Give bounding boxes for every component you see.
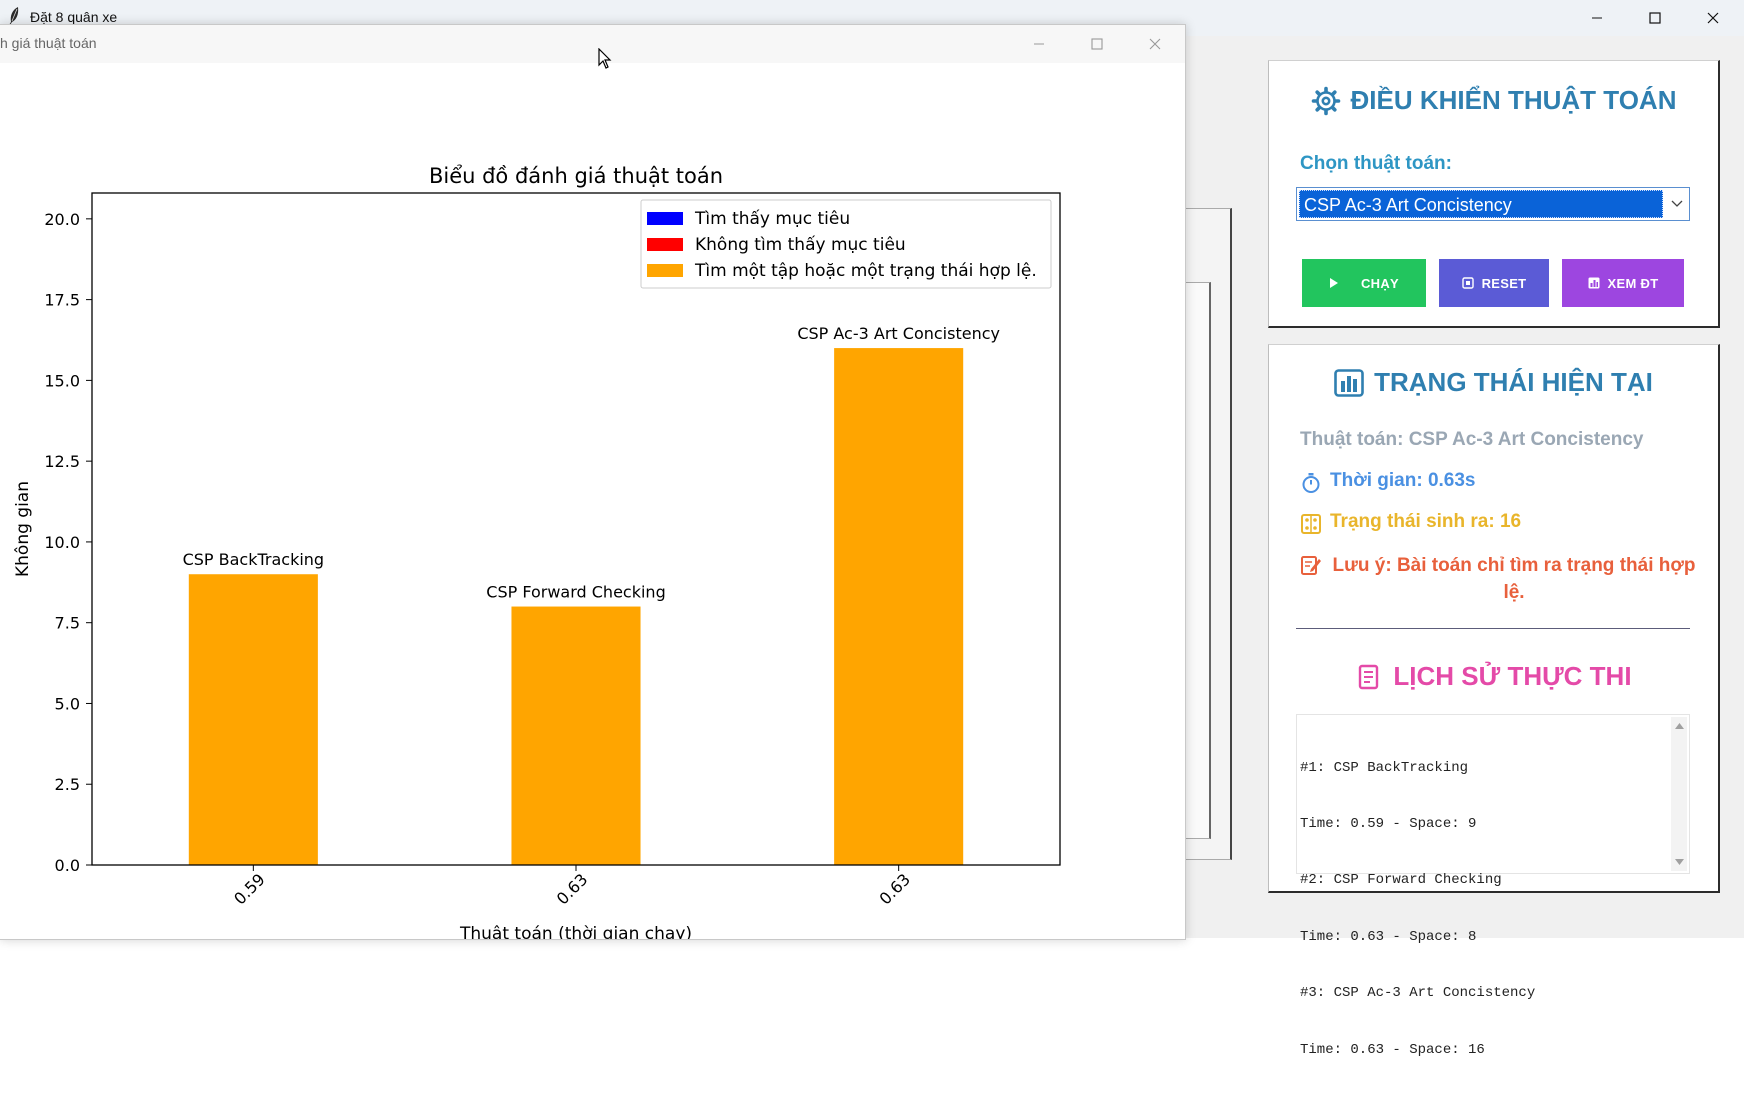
chart-window-title: h giá thuật toán <box>0 35 97 51</box>
history-log[interactable]: #1: CSP BackTracking Time: 0.59 - Space:… <box>1296 714 1690 1058</box>
status-states-text: Trạng thái sinh ra: 16 <box>1330 511 1522 532</box>
y-axis-label: Không gian <box>13 481 33 577</box>
y-tick-label: 2.5 <box>55 775 80 794</box>
memo-icon <box>1301 556 1321 575</box>
legend-swatch <box>647 264 683 277</box>
history-line: Time: 0.59 - Space: 9 <box>1300 815 1477 832</box>
divider <box>1296 628 1690 629</box>
status-note-text: Lưu ý: Bài toán chỉ tìm ra trạng thái hợ… <box>1332 555 1696 603</box>
close-icon <box>1707 12 1719 24</box>
gear-icon <box>1311 86 1340 115</box>
run-button-label: CHẠY <box>1360 275 1400 291</box>
window-title: Đặt 8 quân xe <box>30 9 118 25</box>
status-note: Lưu ý: Bài toán chỉ tìm ra trạng thái hợ… <box>1300 552 1698 606</box>
legend-swatch <box>647 212 683 225</box>
status-time: Thời gian: 0.63s <box>1300 470 1698 494</box>
history-line: #3: CSP Ac-3 Art Concistency <box>1300 985 1536 1002</box>
history-line: Time: 0.63 - Space: 8 <box>1300 928 1477 945</box>
reset-button-label: RESET <box>1481 275 1527 291</box>
view-chart-button[interactable]: XEM ĐT <box>1562 259 1684 307</box>
run-button[interactable]: CHẠY <box>1302 259 1426 307</box>
x-axis-label: Thuật toán (thời gian chạy) <box>459 924 692 939</box>
chart-close-button[interactable] <box>1126 25 1184 63</box>
chevron-down-icon[interactable] <box>1665 188 1689 220</box>
chart-maximize-button[interactable] <box>1068 25 1126 63</box>
y-tick-label: 5.0 <box>55 694 80 713</box>
stopwatch-icon <box>1302 473 1320 493</box>
scroll-down-icon[interactable] <box>1671 855 1687 869</box>
bar-chart-icon <box>1334 368 1364 397</box>
history-scrollbar[interactable] <box>1671 717 1687 871</box>
minimize-icon <box>1592 17 1602 19</box>
algorithm-select-value: CSP Ac-3 Art Concistency <box>1299 190 1663 218</box>
close-button[interactable] <box>1684 0 1742 36</box>
status-states: Trạng thái sinh ra: 16 <box>1300 511 1698 535</box>
maximize-icon <box>1649 12 1661 24</box>
feather-icon <box>9 7 19 25</box>
chart-window-titlebar: h giá thuật toán <box>0 25 1185 63</box>
control-panel-title: ĐIỀU KHIỂN THUẬT TOÁN <box>1269 85 1718 116</box>
chart-window: h giá thuật toán Biểu đồ đánh giá thuật … <box>0 24 1186 944</box>
chart-minimize-button[interactable] <box>1010 25 1068 63</box>
algorithm-select[interactable]: CSP Ac-3 Art Concistency <box>1296 187 1690 221</box>
mouse-cursor-icon <box>598 48 612 69</box>
legend-label: Tìm thấy mục tiêu <box>694 208 850 229</box>
status-panel-title: TRẠNG THÁI HIỆN TẠI <box>1269 367 1718 398</box>
legend-label: Tìm một tập hoặc một trạng thái hợp lệ. <box>694 261 1037 281</box>
bar-label: CSP BackTracking <box>183 550 325 569</box>
chart-bar <box>188 574 318 865</box>
legend-label: Không tìm thấy mục tiêu <box>695 234 906 255</box>
chart-icon <box>1588 277 1600 289</box>
bar-label: CSP Forward Checking <box>486 583 665 602</box>
x-tick-label: 0.59 <box>230 870 269 909</box>
control-panel-title-text: ĐIỀU KHIỂN THUẬT TOÁN <box>1350 85 1677 115</box>
chart-bar <box>834 348 964 866</box>
maximize-button[interactable] <box>1626 0 1684 36</box>
x-tick-label: 0.63 <box>553 870 592 909</box>
legend-swatch <box>647 238 683 251</box>
y-tick-label: 17.5 <box>44 291 80 310</box>
status-panel-title-text: TRẠNG THÁI HIỆN TẠI <box>1374 367 1653 397</box>
history-line: #2: CSP Forward Checking <box>1300 872 1502 889</box>
y-tick-label: 20.0 <box>44 210 80 229</box>
scroll-icon <box>1359 664 1379 689</box>
history-line: #1: CSP BackTracking <box>1300 759 1469 776</box>
history-title: LỊCH SỬ THỰC THI <box>1269 661 1718 692</box>
choose-algorithm-label: Chọn thuật toán: <box>1300 153 1452 174</box>
play-icon <box>1329 278 1338 288</box>
maximize-icon <box>1091 38 1103 50</box>
bar-label: CSP Ac-3 Art Concistency <box>797 324 1000 343</box>
chart-title: Biểu đồ đánh giá thuật toán <box>429 164 723 188</box>
status-panel: TRẠNG THÁI HIỆN TẠI Thuật toán: CSP Ac-3… <box>1268 344 1720 1058</box>
history-title-text: LỊCH SỬ THỰC THI <box>1393 661 1632 691</box>
close-icon <box>1149 38 1161 50</box>
x-tick-label: 0.63 <box>875 870 914 909</box>
chart-bar <box>511 606 641 865</box>
status-algorithm-text: Thuật toán: CSP Ac-3 Art Concistency <box>1300 429 1644 450</box>
abacus-icon <box>1301 514 1321 534</box>
scroll-up-icon[interactable] <box>1671 719 1687 733</box>
background-window-edge <box>1184 282 1211 839</box>
history-log-text: #1: CSP BackTracking Time: 0.59 - Space:… <box>1300 721 1535 1097</box>
y-tick-label: 15.0 <box>44 371 80 390</box>
control-panel: ĐIỀU KHIỂN THUẬT TOÁN Chọn thuật toán: C… <box>1268 60 1720 328</box>
y-tick-label: 7.5 <box>55 614 80 633</box>
bar-chart: Biểu đồ đánh giá thuật toán CSP BackTrack… <box>13 164 1061 944</box>
view-chart-button-label: XEM ĐT <box>1607 275 1659 291</box>
history-line: Time: 0.63 - Space: 16 <box>1300 1041 1485 1058</box>
minimize-button[interactable] <box>1568 0 1626 36</box>
reset-icon <box>1461 277 1474 289</box>
chart-area: Biểu đồ đánh giá thuật toán CSP BackTrack… <box>0 63 1185 944</box>
status-time-text: Thời gian: 0.63s <box>1330 470 1476 491</box>
status-algorithm: Thuật toán: CSP Ac-3 Art Concistency <box>1300 429 1698 451</box>
minimize-icon <box>1034 43 1044 45</box>
y-tick-label: 10.0 <box>44 533 80 552</box>
y-tick-label: 0.0 <box>55 856 80 875</box>
reset-button[interactable]: RESET <box>1439 259 1549 307</box>
y-tick-label: 12.5 <box>44 452 80 471</box>
